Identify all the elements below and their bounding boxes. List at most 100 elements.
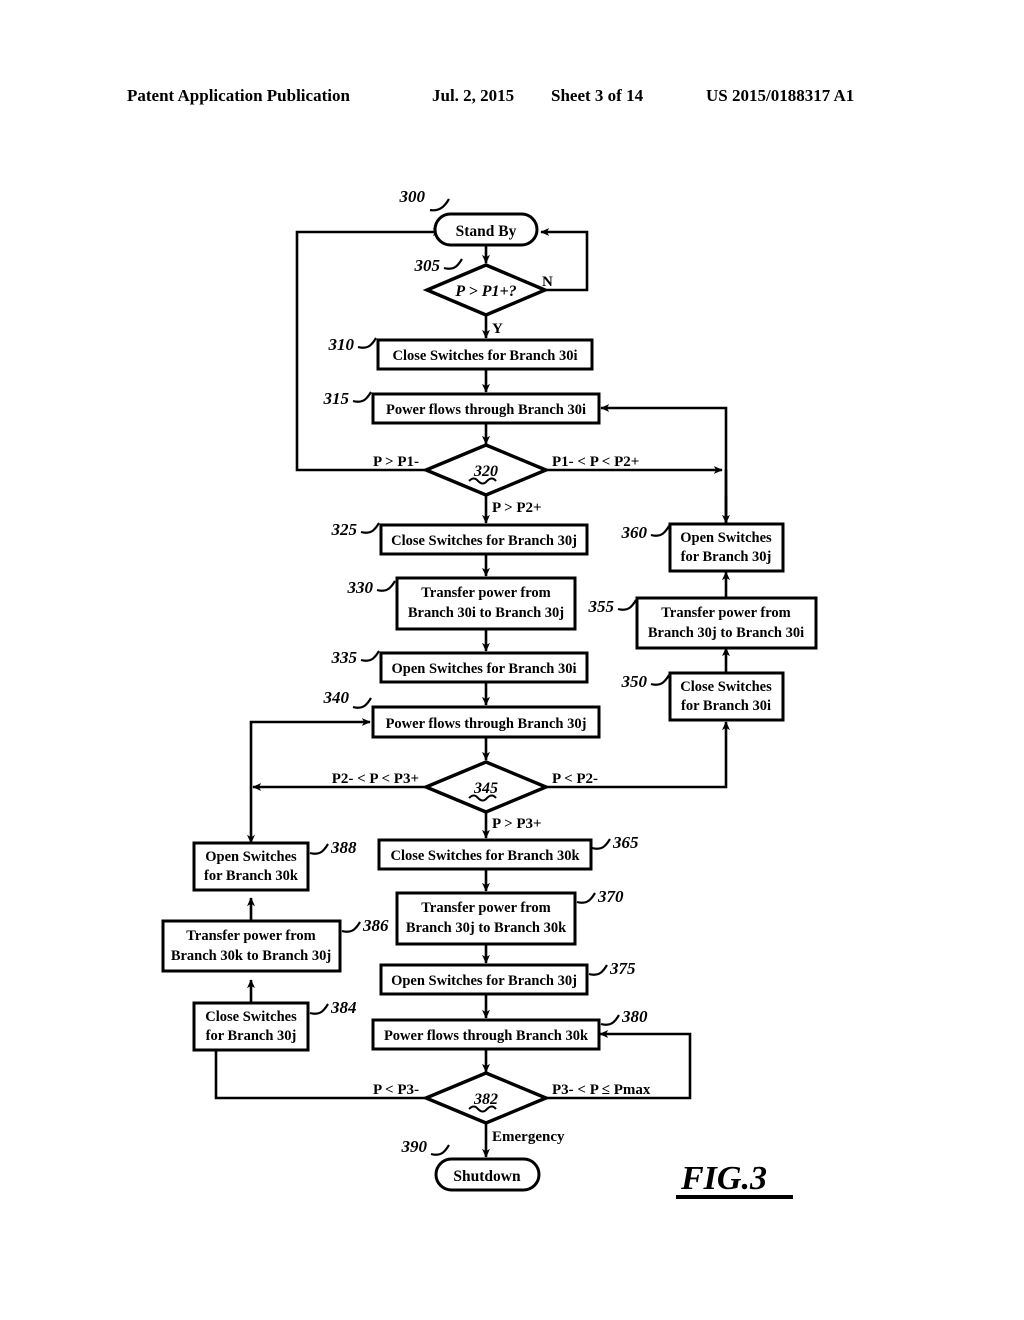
leader-300 bbox=[429, 198, 450, 212]
node-350-process[interactable]: Close Switches for Branch 30i bbox=[668, 671, 785, 722]
ref-375: 375 bbox=[609, 959, 636, 978]
edge-label-320-right: P1- < P < P2+ bbox=[552, 454, 639, 470]
node-365-label: Close Switches for Branch 30k bbox=[390, 848, 580, 864]
node-325-label: Close Switches for Branch 30j bbox=[391, 533, 577, 549]
edge-label-320-left: P > P1- bbox=[373, 454, 419, 470]
node-370-line1: Transfer power from bbox=[421, 900, 550, 916]
node-315-label: Power flows through Branch 30i bbox=[386, 402, 586, 418]
node-320-decision[interactable]: 320 bbox=[421, 443, 551, 497]
leader-340 bbox=[352, 697, 372, 709]
node-384-process[interactable]: Close Switches for Branch 30j bbox=[192, 1001, 310, 1052]
node-305-decision[interactable]: P > P1+? bbox=[422, 263, 550, 317]
node-305-label: P > P1+? bbox=[454, 283, 516, 300]
leader-380 bbox=[600, 1014, 620, 1026]
node-350-line2: for Branch 30i bbox=[681, 698, 771, 714]
leader-305 bbox=[443, 258, 463, 270]
node-315-process[interactable]: Power flows through Branch 30i bbox=[371, 392, 601, 425]
node-310-label: Close Switches for Branch 30i bbox=[392, 348, 577, 364]
node-320-label: 320 bbox=[473, 463, 498, 480]
leader-390 bbox=[430, 1144, 450, 1156]
edge-label-345-down: P > P3+ bbox=[492, 816, 542, 832]
node-355-process[interactable]: Transfer power from Branch 30j to Branch… bbox=[635, 596, 818, 650]
node-365-process[interactable]: Close Switches for Branch 30k bbox=[377, 838, 593, 871]
node-380-label: Power flows through Branch 30k bbox=[384, 1028, 589, 1044]
edge-label-382-left: P < P3- bbox=[373, 1082, 419, 1098]
node-388-line2: for Branch 30k bbox=[204, 868, 299, 884]
node-384-line2: for Branch 30j bbox=[206, 1028, 297, 1044]
ref-325: 325 bbox=[331, 520, 358, 539]
node-384-line1: Close Switches bbox=[205, 1009, 297, 1025]
node-386-line2: Branch 30k to Branch 30j bbox=[171, 948, 331, 964]
ref-380: 380 bbox=[621, 1007, 648, 1026]
ref-315: 315 bbox=[323, 389, 350, 408]
node-382-label: 382 bbox=[473, 1091, 498, 1108]
leader-335 bbox=[360, 650, 380, 662]
node-340-process[interactable]: Power flows through Branch 30j bbox=[371, 705, 601, 739]
ref-340: 340 bbox=[323, 688, 350, 707]
node-355-line2: Branch 30j to Branch 30i bbox=[648, 625, 804, 641]
node-335-label: Open Switches for Branch 30i bbox=[391, 661, 576, 677]
flowchart-diagram: Stand By 300 P > P1+? 305 N Y Close Swit… bbox=[161, 187, 818, 1199]
node-388-process[interactable]: Open Switches for Branch 30k bbox=[192, 841, 310, 892]
ref-300: 300 bbox=[399, 187, 426, 206]
ref-365: 365 bbox=[612, 833, 639, 852]
node-325-process[interactable]: Close Switches for Branch 30j bbox=[379, 523, 589, 556]
node-330-line1: Transfer power from bbox=[421, 585, 550, 601]
leader-384 bbox=[309, 1003, 329, 1015]
node-386-line1: Transfer power from bbox=[186, 928, 315, 944]
leader-388 bbox=[309, 843, 329, 855]
leader-370 bbox=[576, 892, 596, 904]
node-388-line1: Open Switches bbox=[205, 849, 297, 865]
edge-label-382-down: Emergency bbox=[492, 1129, 565, 1145]
ref-305: 305 bbox=[414, 256, 441, 275]
ref-388: 388 bbox=[330, 838, 357, 857]
node-300-stand-by[interactable]: Stand By bbox=[433, 212, 539, 247]
leader-375 bbox=[588, 964, 608, 976]
edge-label-382-right: P3- < P ≤ Pmax bbox=[552, 1082, 651, 1098]
node-375-label: Open Switches for Branch 30j bbox=[391, 973, 577, 989]
node-345-label: 345 bbox=[473, 780, 498, 797]
ref-330: 330 bbox=[347, 578, 374, 597]
ref-355: 355 bbox=[588, 597, 615, 616]
ref-350: 350 bbox=[621, 672, 648, 691]
node-300-label: Stand By bbox=[456, 223, 517, 240]
ref-370: 370 bbox=[597, 887, 624, 906]
ref-386: 386 bbox=[362, 916, 389, 935]
edge-label-305-yes: Y bbox=[492, 321, 503, 337]
ref-360: 360 bbox=[621, 523, 648, 542]
node-390-label: Shutdown bbox=[453, 1168, 521, 1185]
ref-384: 384 bbox=[330, 998, 357, 1017]
node-380-process[interactable]: Power flows through Branch 30k bbox=[371, 1018, 601, 1051]
leader-350 bbox=[650, 674, 670, 686]
edge-label-320-down: P > P2+ bbox=[492, 500, 542, 516]
node-330-line2: Branch 30i to Branch 30j bbox=[408, 605, 564, 621]
patent-figure-page: Patent Application Publication Jul. 2, 2… bbox=[0, 0, 1024, 1320]
node-370-process[interactable]: Transfer power from Branch 30j to Branch… bbox=[395, 891, 577, 946]
node-375-process[interactable]: Open Switches for Branch 30j bbox=[379, 963, 589, 996]
edge-label-345-left: P2- < P < P3+ bbox=[332, 771, 419, 787]
node-360-process[interactable]: Open Switches for Branch 30j bbox=[668, 522, 785, 573]
node-370-line2: Branch 30j to Branch 30k bbox=[406, 920, 567, 936]
node-340-label: Power flows through Branch 30j bbox=[386, 716, 587, 732]
ref-390: 390 bbox=[401, 1137, 428, 1156]
node-345-decision[interactable]: 345 bbox=[421, 760, 551, 814]
node-382-decision[interactable]: 382 bbox=[421, 1071, 551, 1125]
leader-315 bbox=[352, 391, 372, 403]
ref-335: 335 bbox=[331, 648, 358, 667]
leader-310 bbox=[357, 337, 377, 349]
node-360-line1: Open Switches bbox=[680, 530, 772, 546]
ref-310: 310 bbox=[328, 335, 355, 354]
node-386-process[interactable]: Transfer power from Branch 30k to Branch… bbox=[161, 919, 342, 973]
leader-325 bbox=[360, 522, 380, 534]
leader-365 bbox=[591, 838, 611, 850]
node-350-line1: Close Switches bbox=[680, 679, 772, 695]
leader-386 bbox=[341, 921, 361, 933]
edge-label-345-right: P < P2- bbox=[552, 771, 598, 787]
leader-330 bbox=[376, 580, 396, 592]
leader-355 bbox=[617, 599, 637, 611]
node-330-process[interactable]: Transfer power from Branch 30i to Branch… bbox=[395, 576, 577, 631]
node-310-process[interactable]: Close Switches for Branch 30i bbox=[376, 338, 594, 371]
node-390-shutdown[interactable]: Shutdown bbox=[434, 1157, 541, 1192]
node-335-process[interactable]: Open Switches for Branch 30i bbox=[379, 651, 589, 684]
figure-caption: FIG.3 bbox=[676, 1160, 793, 1199]
